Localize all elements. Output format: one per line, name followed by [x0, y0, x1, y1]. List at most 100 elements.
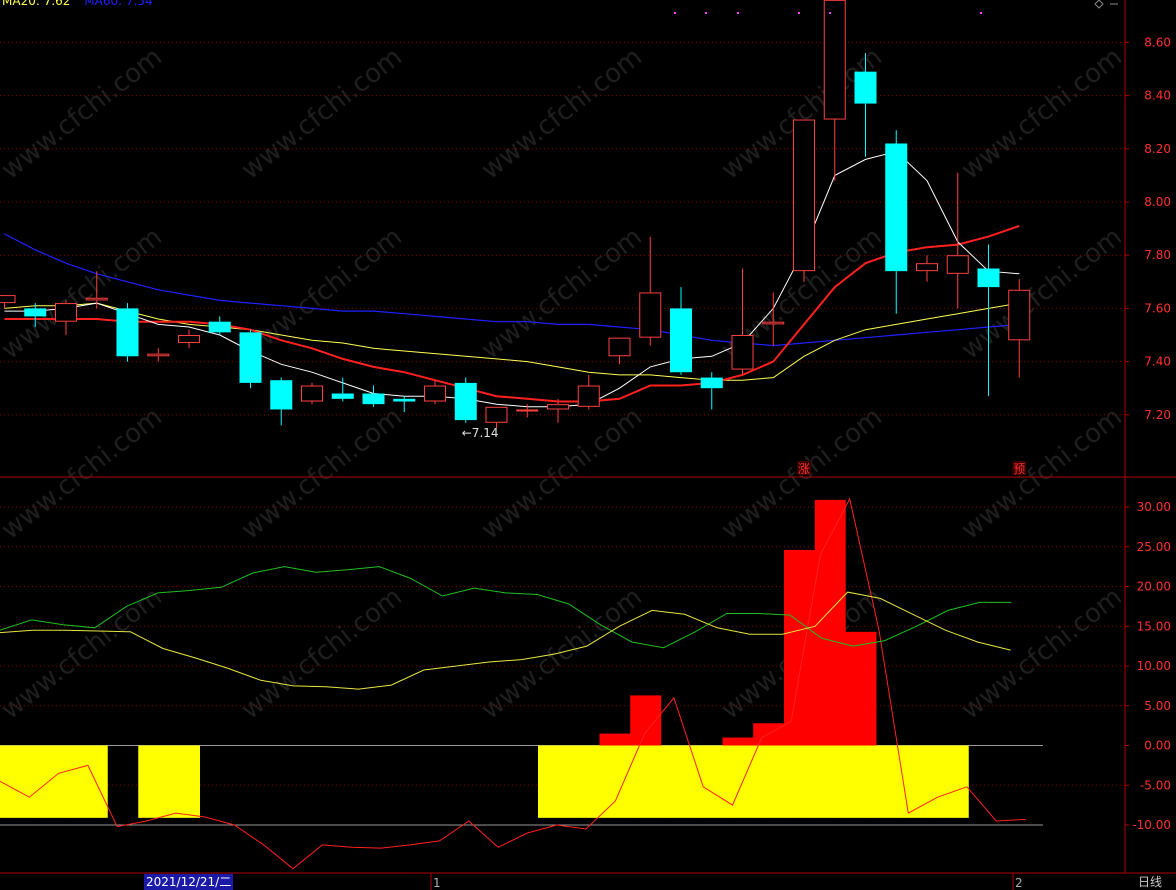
candle-body-up: [516, 409, 539, 412]
ma60-legend-label: MA60: 7.54: [84, 0, 153, 8]
time-marker-label: 2: [1015, 876, 1023, 890]
indicator-bar-negative: [691, 745, 723, 818]
indicator-bar-negative: [814, 745, 846, 818]
watermark-text: www.cfchi.com: [236, 222, 408, 366]
watermark-text: www.cfchi.com: [236, 582, 408, 726]
watermark-layer: www.cfchi.com www.cfchi.com www.cfchi.com w…: [0, 42, 1128, 726]
indicator-bar-negative: [138, 745, 170, 818]
indicator-tick-label: 25.00: [1137, 540, 1171, 554]
candle-body-up: [301, 385, 323, 402]
indicator-bar-negative: [845, 745, 877, 818]
price-tick-label: 7.40: [1144, 355, 1171, 369]
candle-body-down: [885, 143, 908, 272]
stock-chart[interactable]: www.cfchi.com www.cfchi.com www.cfchi.com w…: [0, 0, 1176, 890]
event-dot: [674, 12, 676, 14]
candle-body-up: [639, 292, 662, 338]
candle-body-up: [608, 337, 631, 357]
indicator-bar-positive: [599, 733, 631, 746]
indicator-bar-negative: [46, 745, 77, 818]
candle-body-up: [55, 303, 77, 322]
indicator-bar-negative: [876, 745, 908, 818]
indicator-tick-label: 0.00: [1144, 739, 1171, 753]
ma-legend: MA20: 7.62 MA60: 7.54: [2, 0, 163, 8]
watermark-text: www.cfchi.com: [476, 582, 648, 726]
moving-average-lines: [4, 150, 1020, 408]
watermark-text: www.cfchi.com: [956, 222, 1128, 366]
candle-body-up: [0, 295, 16, 304]
indicator-bar-positive: [784, 549, 815, 746]
indicator-tick-label: -5.00: [1140, 778, 1171, 792]
period-selector[interactable]: 日线: [1138, 874, 1162, 890]
indicator-tick-label: 15.00: [1137, 619, 1171, 633]
candle-body-down: [116, 308, 139, 357]
indicator-bar-negative: [753, 745, 785, 818]
candle-body-down: [854, 71, 877, 104]
watermark-text: www.cfchi.com: [476, 402, 648, 546]
candle-body-down: [977, 268, 1000, 288]
candle-body-down: [24, 308, 47, 317]
tag-label: 涨: [798, 461, 810, 476]
candle-body-down: [362, 393, 385, 405]
price-tick-label: 8.40: [1144, 89, 1171, 103]
candle-body-up: [823, 0, 846, 120]
candle-body-up: [485, 406, 508, 423]
candle-body-down: [670, 308, 692, 373]
indicator-bar-negative: [169, 745, 200, 818]
price-tick-label: 7.80: [1144, 248, 1171, 262]
indicator-bar-positive: [630, 695, 662, 746]
price-tick-label: 8.20: [1144, 142, 1171, 156]
indicator-tick-label: 5.00: [1144, 699, 1171, 713]
indicator-bar-negative: [15, 745, 47, 818]
watermark-text: www.cfchi.com: [956, 582, 1128, 726]
event-dot: [798, 12, 800, 14]
event-dot: [737, 12, 739, 14]
price-tick-label: 7.20: [1144, 408, 1171, 422]
candle-body-up: [178, 335, 200, 343]
candle-body-up: [547, 404, 569, 410]
candle-body-up: [85, 297, 108, 301]
price-annotations: ←8.79 ←7.14 涨 预: [462, 0, 1027, 476]
ma20-legend-label: MA20: 7.62: [2, 0, 71, 8]
candle-body-down: [393, 398, 416, 402]
candle-body-down: [454, 382, 477, 421]
price-grid: [0, 41, 1125, 416]
indicator-bar-negative: [76, 745, 108, 818]
candle-body-down: [208, 321, 231, 333]
indicator-bar-positive: [753, 723, 785, 746]
watermark-text: www.cfchi.com: [0, 402, 168, 546]
indicator-bar-positive: [722, 737, 754, 746]
watermark-text: www.cfchi.com: [956, 402, 1128, 546]
watermark-text: www.cfchi.com: [0, 42, 168, 186]
indicator-tick-label: 30.00: [1137, 500, 1171, 514]
candle-body-down: [270, 380, 293, 410]
candle-body-up: [1008, 289, 1031, 341]
indicator-bar-negative: [661, 745, 692, 818]
price-tick-label: 8.00: [1144, 195, 1171, 209]
candle-body-up: [731, 335, 754, 370]
tag-label: 预: [1013, 462, 1025, 476]
indicator-axis: 30.00 25.00 20.00 15.00 10.00 5.00 0.00 -5.00 -1…: [1125, 500, 1171, 832]
diamond-icon: [1094, 0, 1104, 9]
indicator-bar-negative: [538, 745, 569, 818]
price-tick-label: 7.60: [1144, 301, 1171, 315]
watermark-text: www.cfchi.com: [236, 42, 408, 186]
candle-body-up: [946, 255, 969, 274]
indicator-bar-negative: [599, 745, 631, 818]
watermark-text: www.cfchi.com: [956, 42, 1128, 186]
indicator-bar-negative: [937, 745, 969, 818]
candle-body-up: [424, 385, 446, 402]
event-dot: [980, 12, 982, 14]
indicator-bar-negative: [568, 745, 600, 818]
time-marker-label: 1: [433, 876, 441, 890]
event-dot: [829, 12, 831, 14]
indicator-bar-negative: [907, 745, 938, 818]
high-price-label: ←8.79: [837, 0, 874, 3]
cursor-date-label: 2021/12/21/二: [144, 874, 234, 890]
watermark-text: www.cfchi.com: [476, 42, 648, 186]
candle-body-down: [239, 332, 262, 383]
candle-body-up: [793, 119, 815, 272]
indicator-bar-negative: [0, 745, 16, 818]
indicator-bar-positive: [845, 631, 877, 746]
candle-body-up: [916, 263, 938, 272]
indicator-bar-negative: [784, 745, 815, 818]
